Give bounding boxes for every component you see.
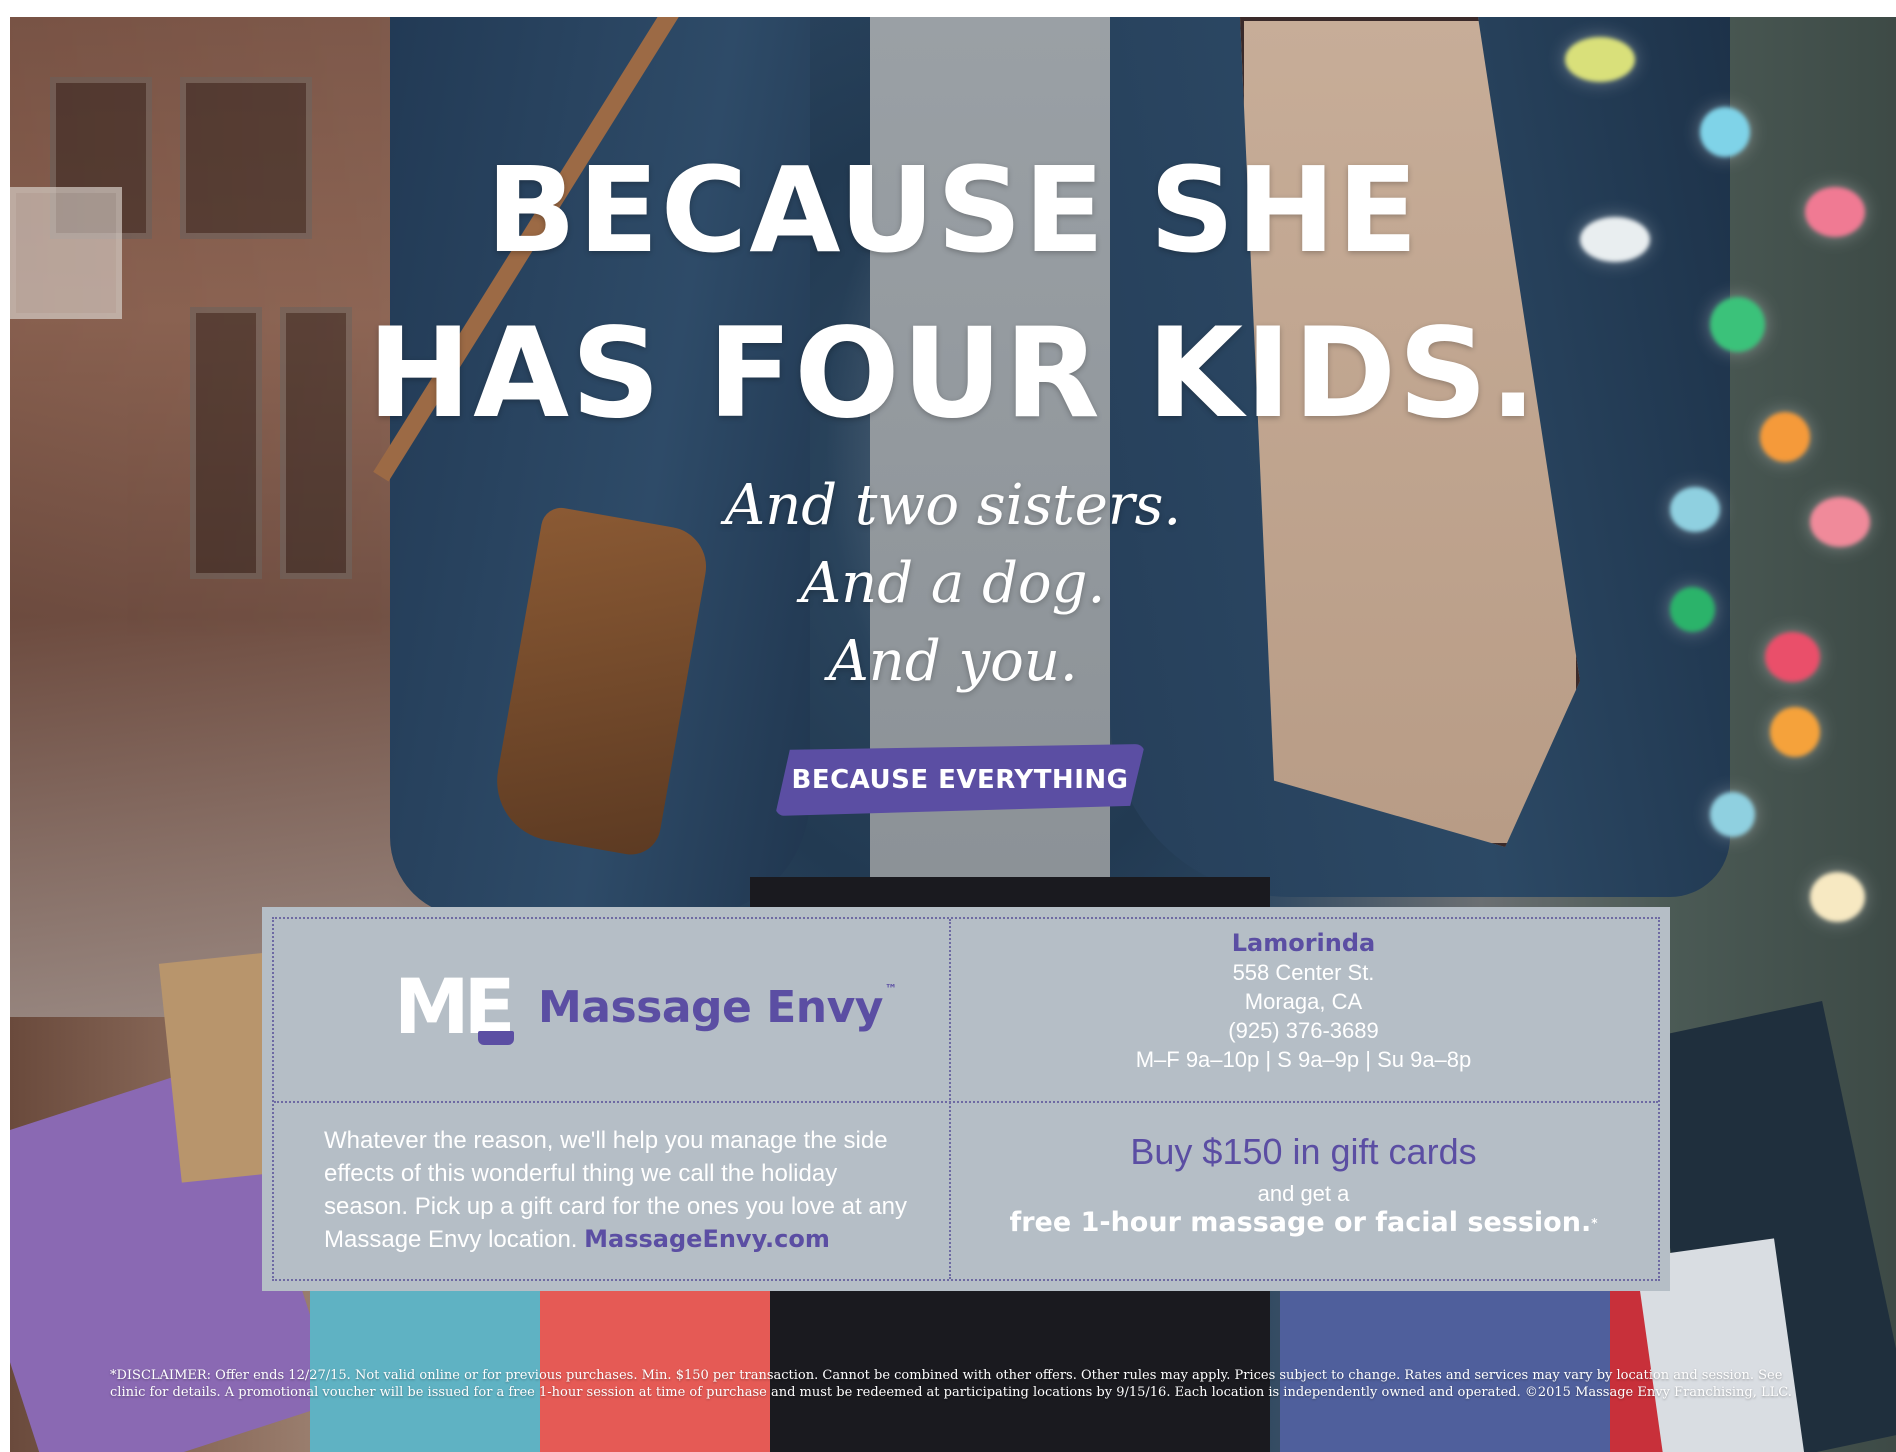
string-light — [1810, 872, 1865, 922]
me-logo-mark: ME — [394, 967, 516, 1047]
location-phone: (925) 376-3689 — [1228, 1018, 1379, 1043]
location-street: 558 Center St. — [1232, 960, 1375, 985]
trademark-symbol: ™ — [884, 981, 897, 996]
info-panel: ME Massage Envy ™ Lamorinda 558 Center St… — [262, 907, 1670, 1291]
because-everything-banner: BECAUSE EVERYTHING — [775, 744, 1145, 816]
massage-envy-logo: ME Massage Envy ™ — [394, 967, 897, 1047]
promo-description: Whatever the reason, we'll help you mana… — [324, 1124, 924, 1256]
subhead-line-2: And a dog. — [800, 551, 1106, 616]
panel-horizontal-divider — [274, 1101, 1658, 1103]
logo-brand-name: Massage Envy — [538, 981, 883, 1033]
offer-connector: and get a — [1257, 1181, 1350, 1206]
banner-text: BECAUSE EVERYTHING — [791, 765, 1129, 795]
offer-asterisk: * — [1591, 1216, 1598, 1230]
gift-card-offer: Buy $150 in gift cards and get a free 1-… — [949, 1129, 1658, 1239]
headline-line-2: HAS FOUR KIDS. — [367, 302, 1539, 446]
subhead-line-3: And you. — [828, 629, 1078, 694]
advertisement: BECAUSE SHE HAS FOUR KIDS. And two siste… — [10, 17, 1896, 1452]
offer-reward-text: free 1-hour massage or facial session. — [1009, 1207, 1592, 1238]
string-light — [1710, 792, 1755, 837]
offer-headline: Buy $150 in gift cards — [1130, 1131, 1477, 1172]
panel-dotted-border: ME Massage Envy ™ Lamorinda 558 Center St… — [272, 917, 1660, 1281]
disclaimer-text: *DISCLAIMER: Offer ends 12/27/15. Not va… — [110, 1368, 1792, 1400]
location-city: Moraga, CA — [1244, 989, 1363, 1014]
location-hours: M–F 9a–10p | S 9a–9p | Su 9a–8p — [1135, 1047, 1472, 1072]
headline-line-1: BECAUSE SHE — [486, 141, 1420, 279]
logo-wordmark: Massage Envy ™ — [538, 981, 897, 1033]
string-light — [1565, 37, 1635, 82]
offer-reward: free 1-hour massage or facial session.* — [949, 1207, 1658, 1239]
location-name: Lamorinda — [1231, 929, 1376, 957]
logo-accent-bar — [478, 1031, 514, 1045]
website-link[interactable]: MassageEnvy.com — [584, 1225, 830, 1253]
location-info: Lamorinda 558 Center St. Moraga, CA (925… — [949, 929, 1658, 1074]
subhead-line-1: And two sisters. — [724, 473, 1182, 538]
string-light — [1770, 707, 1820, 757]
